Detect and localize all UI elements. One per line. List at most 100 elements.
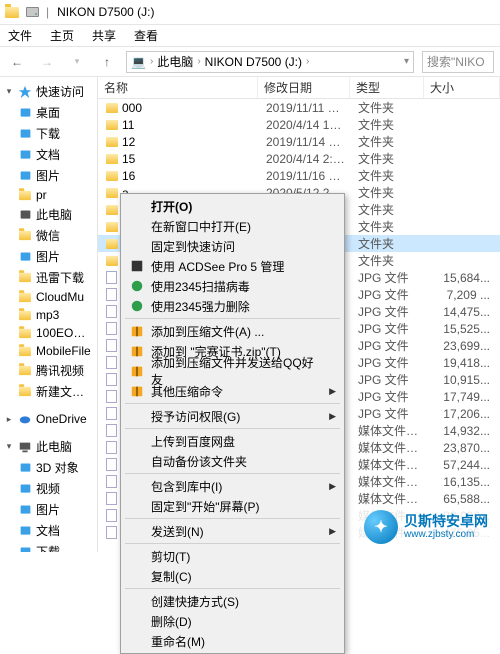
column-date[interactable]: 修改日期 bbox=[258, 77, 350, 98]
sidebar-item[interactable]: 迅雷下载 bbox=[0, 267, 97, 288]
column-size[interactable]: 大小 bbox=[424, 77, 500, 98]
sidebar-item[interactable]: 图片 bbox=[0, 246, 97, 267]
sidebar-item[interactable]: pr bbox=[0, 186, 97, 204]
chevron-right-icon: › bbox=[306, 56, 309, 67]
quick-access-header[interactable]: ▾快速访问 bbox=[0, 81, 97, 102]
context-menu-item[interactable]: 在新窗口中打开(E) bbox=[123, 216, 342, 236]
table-row[interactable]: 122019/11/14 14:...文件夹 bbox=[98, 133, 500, 150]
cell-type: JPG 文件 bbox=[352, 286, 426, 303]
breadcrumb-thispc[interactable]: 此电脑 bbox=[157, 53, 193, 70]
cell-name: 16 bbox=[100, 169, 260, 183]
sidebar-item[interactable]: 桌面 bbox=[0, 102, 97, 123]
context-menu-item[interactable]: 授予访问权限(G)▶ bbox=[123, 406, 342, 426]
sidebar-item[interactable]: 图片 bbox=[0, 165, 97, 186]
sidebar-item[interactable]: 下载 bbox=[0, 123, 97, 144]
context-menu-item[interactable]: 发送到(N)▶ bbox=[123, 521, 342, 541]
video-icon bbox=[18, 482, 32, 496]
sidebar-item[interactable]: 腾讯视频 bbox=[0, 360, 97, 381]
this-pc-icon bbox=[18, 440, 32, 454]
context-menu-item[interactable]: 自动备份该文件夹 bbox=[123, 451, 342, 471]
context-menu: 打开(O)在新窗口中打开(E) 固定到快速访问使用 ACDSee Pro 5 管理… bbox=[120, 193, 345, 654]
sidebar-item-label: 文档 bbox=[36, 522, 93, 539]
table-row[interactable]: 0002019/11/11 12...文件夹 bbox=[98, 99, 500, 116]
sidebar-item[interactable]: 下载 bbox=[0, 541, 97, 552]
context-menu-item[interactable]: 创建快捷方式(S) bbox=[123, 591, 342, 611]
this-pc-header[interactable]: ▾此电脑 bbox=[0, 436, 97, 457]
context-menu-item[interactable]: 添加到压缩文件并发送给QQ好友 bbox=[123, 361, 342, 381]
menu-file[interactable]: 文件 bbox=[8, 27, 32, 44]
menu-share[interactable]: 共享 bbox=[92, 27, 116, 44]
folder-icon bbox=[106, 137, 118, 147]
context-menu-item[interactable]: 使用2345扫描病毒 bbox=[123, 276, 342, 296]
cell-name: 12 bbox=[100, 135, 260, 149]
sidebar-item[interactable]: mp3 bbox=[0, 306, 97, 324]
context-menu-item[interactable]: 使用2345强力删除 bbox=[123, 296, 342, 316]
nav-forward-button[interactable]: → bbox=[36, 51, 58, 73]
cell-size: 10,915... bbox=[426, 373, 500, 387]
context-menu-item[interactable]: 使用 ACDSee Pro 5 管理 bbox=[123, 256, 342, 276]
breadcrumb-drive[interactable]: NIKON D7500 (J:) bbox=[205, 55, 302, 69]
chevron-icon: ▾ bbox=[4, 86, 14, 97]
context-menu-item[interactable]: 包含到库中(I)▶ bbox=[123, 476, 342, 496]
search-input[interactable]: 搜索"NIKO bbox=[422, 51, 494, 73]
cell-type: JPG 文件 bbox=[352, 405, 426, 422]
column-name[interactable]: 名称 bbox=[98, 77, 258, 98]
context-menu-label: 使用2345强力删除 bbox=[151, 298, 250, 315]
sidebar-item[interactable]: 微信 bbox=[0, 225, 97, 246]
file-icon bbox=[106, 305, 117, 318]
sidebar-item[interactable]: 图片 bbox=[0, 499, 97, 520]
chevron-down-icon[interactable]: ▾ bbox=[404, 56, 409, 67]
context-menu-item[interactable]: 其他压缩命令▶ bbox=[123, 381, 342, 401]
sidebar-item[interactable]: 新建文件夹 bbox=[0, 381, 97, 402]
cell-date: 2019/11/16 12:... bbox=[260, 169, 352, 183]
quick-access-icon bbox=[18, 85, 32, 99]
sidebar-item[interactable]: 此电脑 bbox=[0, 204, 97, 225]
watermark-url: www.zjbsty.com bbox=[404, 529, 488, 540]
context-menu-item[interactable]: 删除(D) bbox=[123, 611, 342, 631]
menu-view[interactable]: 查看 bbox=[134, 27, 158, 44]
context-menu-item[interactable]: 复制(C) bbox=[123, 566, 342, 586]
cell-date: 2019/11/14 14:... bbox=[260, 135, 352, 149]
sidebar-item[interactable]: 视频 bbox=[0, 478, 97, 499]
breadcrumb[interactable]: 💻 › 此电脑 › NIKON D7500 (J:) › ▾ bbox=[126, 51, 414, 73]
context-menu-label: 使用2345扫描病毒 bbox=[151, 278, 250, 295]
cell-type: 文件夹 bbox=[352, 235, 426, 252]
context-menu-label: 创建快捷方式(S) bbox=[151, 593, 239, 610]
table-row[interactable]: 112020/4/14 13:33文件夹 bbox=[98, 116, 500, 133]
cell-type: JPG 文件 bbox=[352, 269, 426, 286]
sidebar-item[interactable]: 100EOS5D bbox=[0, 324, 97, 342]
context-menu-item[interactable]: 固定到快速访问 bbox=[123, 236, 342, 256]
sidebar-item[interactable]: MobileFile bbox=[0, 342, 97, 360]
downloads-icon bbox=[18, 127, 32, 141]
menu-home[interactable]: 主页 bbox=[50, 27, 74, 44]
sidebar-item[interactable]: 3D 对象 bbox=[0, 457, 97, 478]
column-type[interactable]: 类型 bbox=[350, 77, 424, 98]
context-menu-item[interactable]: 剪切(T) bbox=[123, 546, 342, 566]
sidebar-item[interactable]: 文档 bbox=[0, 144, 97, 165]
onedrive-header[interactable]: ▸OneDrive bbox=[0, 410, 97, 428]
folder-icon bbox=[18, 271, 32, 285]
context-menu-label: 重命名(M) bbox=[151, 633, 205, 650]
file-icon bbox=[106, 373, 117, 386]
folder-icon bbox=[106, 256, 118, 266]
context-menu-label: 授予访问权限(G) bbox=[151, 408, 240, 425]
sidebar-item[interactable]: CloudMu bbox=[0, 288, 97, 306]
table-row[interactable]: 162019/11/16 12:...文件夹 bbox=[98, 167, 500, 184]
context-menu-item[interactable]: 上传到百度网盘 bbox=[123, 431, 342, 451]
context-menu-label: 固定到快速访问 bbox=[151, 238, 235, 255]
context-menu-item[interactable]: 重命名(M) bbox=[123, 631, 342, 651]
file-icon bbox=[106, 271, 117, 284]
sidebar-item[interactable]: 文档 bbox=[0, 520, 97, 541]
downloads-icon bbox=[18, 545, 32, 553]
cell-name: 15 bbox=[100, 152, 260, 166]
context-menu-item[interactable]: 添加到压缩文件(A) ... bbox=[123, 321, 342, 341]
documents-icon bbox=[18, 524, 32, 538]
context-menu-item[interactable]: 固定到"开始"屏幕(P) bbox=[123, 496, 342, 516]
table-row[interactable]: 152020/4/14 2:39文件夹 bbox=[98, 150, 500, 167]
context-menu-item[interactable]: 打开(O) bbox=[123, 196, 342, 216]
folder-icon bbox=[106, 154, 118, 164]
nav-back-button[interactable]: ← bbox=[6, 51, 28, 73]
cell-type: 文件夹 bbox=[352, 252, 426, 269]
nav-up-button[interactable]: ↑ bbox=[96, 51, 118, 73]
nav-history-dropdown[interactable]: ▾ bbox=[66, 51, 88, 73]
